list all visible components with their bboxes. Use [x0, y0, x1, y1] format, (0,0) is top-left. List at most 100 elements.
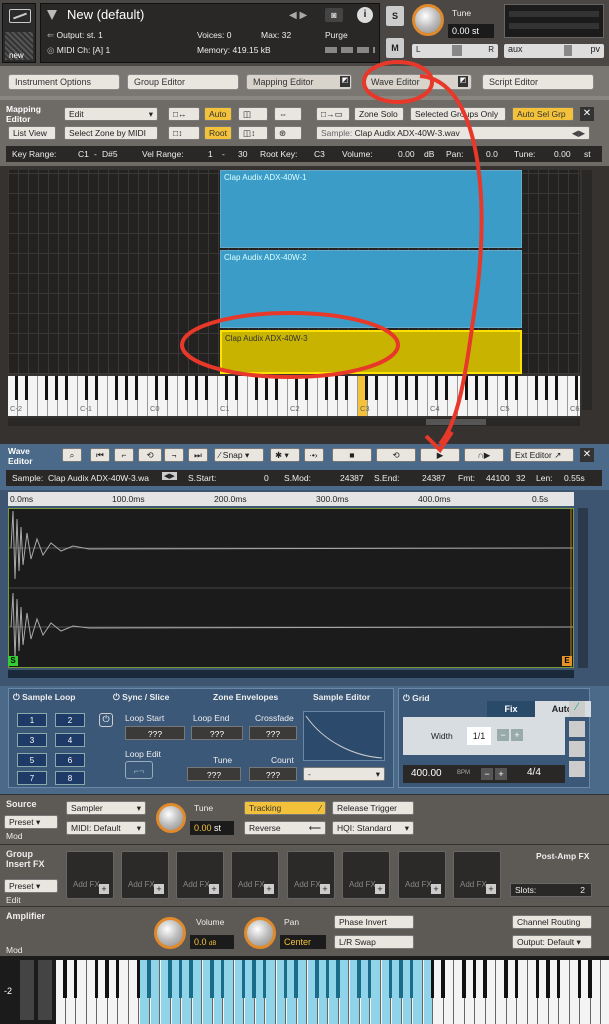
auto-sel-grp-button[interactable]: Auto Sel Grp: [512, 107, 574, 121]
insert-edit[interactable]: Edit: [6, 895, 21, 905]
piano-white-key[interactable]: [602, 960, 609, 1024]
tab-instrument-options[interactable]: Instrument Options: [8, 74, 120, 90]
white-key[interactable]: [238, 376, 248, 416]
loop-start-field[interactable]: ???: [125, 726, 185, 740]
piano-white-key[interactable]: [192, 960, 202, 1024]
expand-icon[interactable]: ◩: [458, 76, 468, 87]
piano-white-key[interactable]: [518, 960, 528, 1024]
pitch-wheel[interactable]: [20, 960, 34, 1020]
reverse-button[interactable]: Reverse ⟵: [244, 821, 326, 835]
tune-value-field[interactable]: 0.00 st: [448, 24, 494, 38]
dots-icon[interactable]: ·•›: [304, 448, 324, 462]
loop-edit-icon[interactable]: ⌐¬: [125, 761, 153, 779]
add-icon[interactable]: +: [264, 884, 274, 894]
bpm-plus[interactable]: +: [495, 768, 507, 780]
white-key[interactable]: [378, 376, 388, 416]
mod-wheel[interactable]: [38, 960, 52, 1020]
s-mod-value[interactable]: 24387: [340, 473, 364, 483]
grid-fix-button[interactable]: Fix: [487, 701, 535, 717]
zone-solo-button[interactable]: Zone Solo: [354, 107, 404, 121]
white-key[interactable]: [68, 376, 78, 416]
grid-pencil-icon[interactable]: ⁄: [569, 701, 585, 717]
s-end-value[interactable]: 24387: [422, 473, 446, 483]
loop-slot-7[interactable]: 7: [17, 771, 47, 785]
piano-white-key[interactable]: [371, 960, 381, 1024]
piano-white-key[interactable]: [297, 960, 307, 1024]
purge-menu[interactable]: Purge: [325, 30, 348, 40]
list-view-button[interactable]: List View: [8, 126, 56, 140]
expand-icon[interactable]: ◩: [340, 76, 350, 87]
loop-slot-4[interactable]: 4: [55, 733, 85, 747]
select-zone-by-midi-button[interactable]: Select Zone by MIDI: [64, 126, 158, 140]
link-icon[interactable]: ⊛: [274, 126, 302, 140]
loop-tune-field[interactable]: ???: [187, 767, 241, 781]
midi-default-menu[interactable]: MIDI: Default ▾: [66, 821, 146, 835]
source-tune-knob[interactable]: [156, 803, 186, 833]
waveform-area[interactable]: [8, 508, 574, 668]
white-key[interactable]: [348, 376, 358, 416]
white-key[interactable]: [558, 376, 568, 416]
skip-forward-icon[interactable]: ⏭: [188, 448, 208, 462]
loop-play-icon[interactable]: ⟲: [376, 448, 416, 462]
close-icon[interactable]: ✕: [580, 107, 594, 121]
amp-pan-knob[interactable]: [244, 917, 276, 949]
grid-tool-2[interactable]: [569, 721, 585, 737]
amp-volume-value[interactable]: 0.0 dB: [190, 935, 234, 949]
loop-end-icon[interactable]: ¬: [164, 448, 184, 462]
tab-mapping-editor[interactable]: Mapping Editor: [246, 74, 352, 90]
loop-power-icon[interactable]: ⏻: [99, 713, 113, 727]
zone-volume-value[interactable]: 0.00: [398, 149, 415, 159]
prev-next-arrows[interactable]: ◀ ▶: [289, 10, 307, 21]
camera-icon[interactable]: ◙: [325, 8, 343, 22]
mute-button[interactable]: M: [386, 38, 404, 58]
stop-icon[interactable]: ■: [332, 448, 372, 462]
white-key[interactable]: [28, 376, 38, 416]
white-key[interactable]: [138, 376, 148, 416]
channel-routing-button[interactable]: Channel Routing: [512, 915, 592, 929]
grid-tool-3[interactable]: [569, 741, 585, 757]
vertical-map-icon[interactable]: □↕: [168, 126, 200, 140]
source-preset-menu[interactable]: Preset ▾: [4, 815, 58, 829]
add-fx-slot[interactable]: Add FX +: [398, 851, 446, 899]
loop-count-field[interactable]: ???: [249, 767, 297, 781]
white-key[interactable]: [308, 376, 318, 416]
meter-value[interactable]: 4/4: [527, 767, 541, 778]
tab-sample-editor[interactable]: Sample Editor: [313, 692, 370, 702]
vel-to[interactable]: 30: [238, 149, 247, 159]
loop-slot-5[interactable]: 5: [17, 753, 47, 767]
piano-white-key[interactable]: [224, 960, 234, 1024]
piano-white-key[interactable]: [444, 960, 454, 1024]
sample-end-marker[interactable]: E: [562, 656, 572, 666]
add-icon[interactable]: +: [486, 884, 496, 894]
play-icon[interactable]: ▶: [420, 448, 460, 462]
grid-plus[interactable]: +: [511, 729, 523, 741]
add-icon[interactable]: +: [99, 884, 109, 894]
collapse-icon[interactable]: [47, 10, 57, 20]
loop-mode-menu[interactable]: - ▾: [303, 767, 385, 781]
white-key[interactable]: [418, 376, 428, 416]
tracking-button[interactable]: Tracking ⁄: [244, 801, 326, 815]
tab-script-editor[interactable]: Script Editor: [482, 74, 594, 90]
source-mod[interactable]: Mod: [6, 831, 23, 841]
max-row[interactable]: Max: 32: [261, 30, 291, 40]
resize-vertical-icon[interactable]: ◫↕: [238, 126, 268, 140]
tab-sync-slice[interactable]: ⏻ Sync / Slice: [113, 692, 169, 703]
zone-tune-value[interactable]: 0.00: [554, 149, 571, 159]
piano-white-key[interactable]: [413, 960, 423, 1024]
piano-white-key[interactable]: [591, 960, 601, 1024]
add-icon[interactable]: +: [375, 884, 385, 894]
source-tune-value[interactable]: 0.00 st: [190, 821, 234, 835]
wave-vscrollbar[interactable]: [578, 508, 588, 668]
zone-1[interactable]: Clap Audix ADX-40W-1: [220, 170, 522, 248]
add-icon[interactable]: +: [431, 884, 441, 894]
zone-pan-value[interactable]: 0.0: [486, 149, 498, 159]
piano-white-key[interactable]: [486, 960, 496, 1024]
pan-slider[interactable]: L R: [412, 44, 498, 58]
settings-gear-icon[interactable]: ✱ ▾: [270, 448, 300, 462]
midi-row[interactable]: ◎ MIDI Ch: [A] 1: [47, 45, 110, 56]
add-fx-slot[interactable]: Add FX +: [287, 851, 335, 899]
loop-end-field[interactable]: ???: [191, 726, 243, 740]
piano-white-key[interactable]: [560, 960, 570, 1024]
auto-button[interactable]: Auto: [204, 107, 232, 121]
sample-start-marker[interactable]: S: [8, 656, 18, 666]
